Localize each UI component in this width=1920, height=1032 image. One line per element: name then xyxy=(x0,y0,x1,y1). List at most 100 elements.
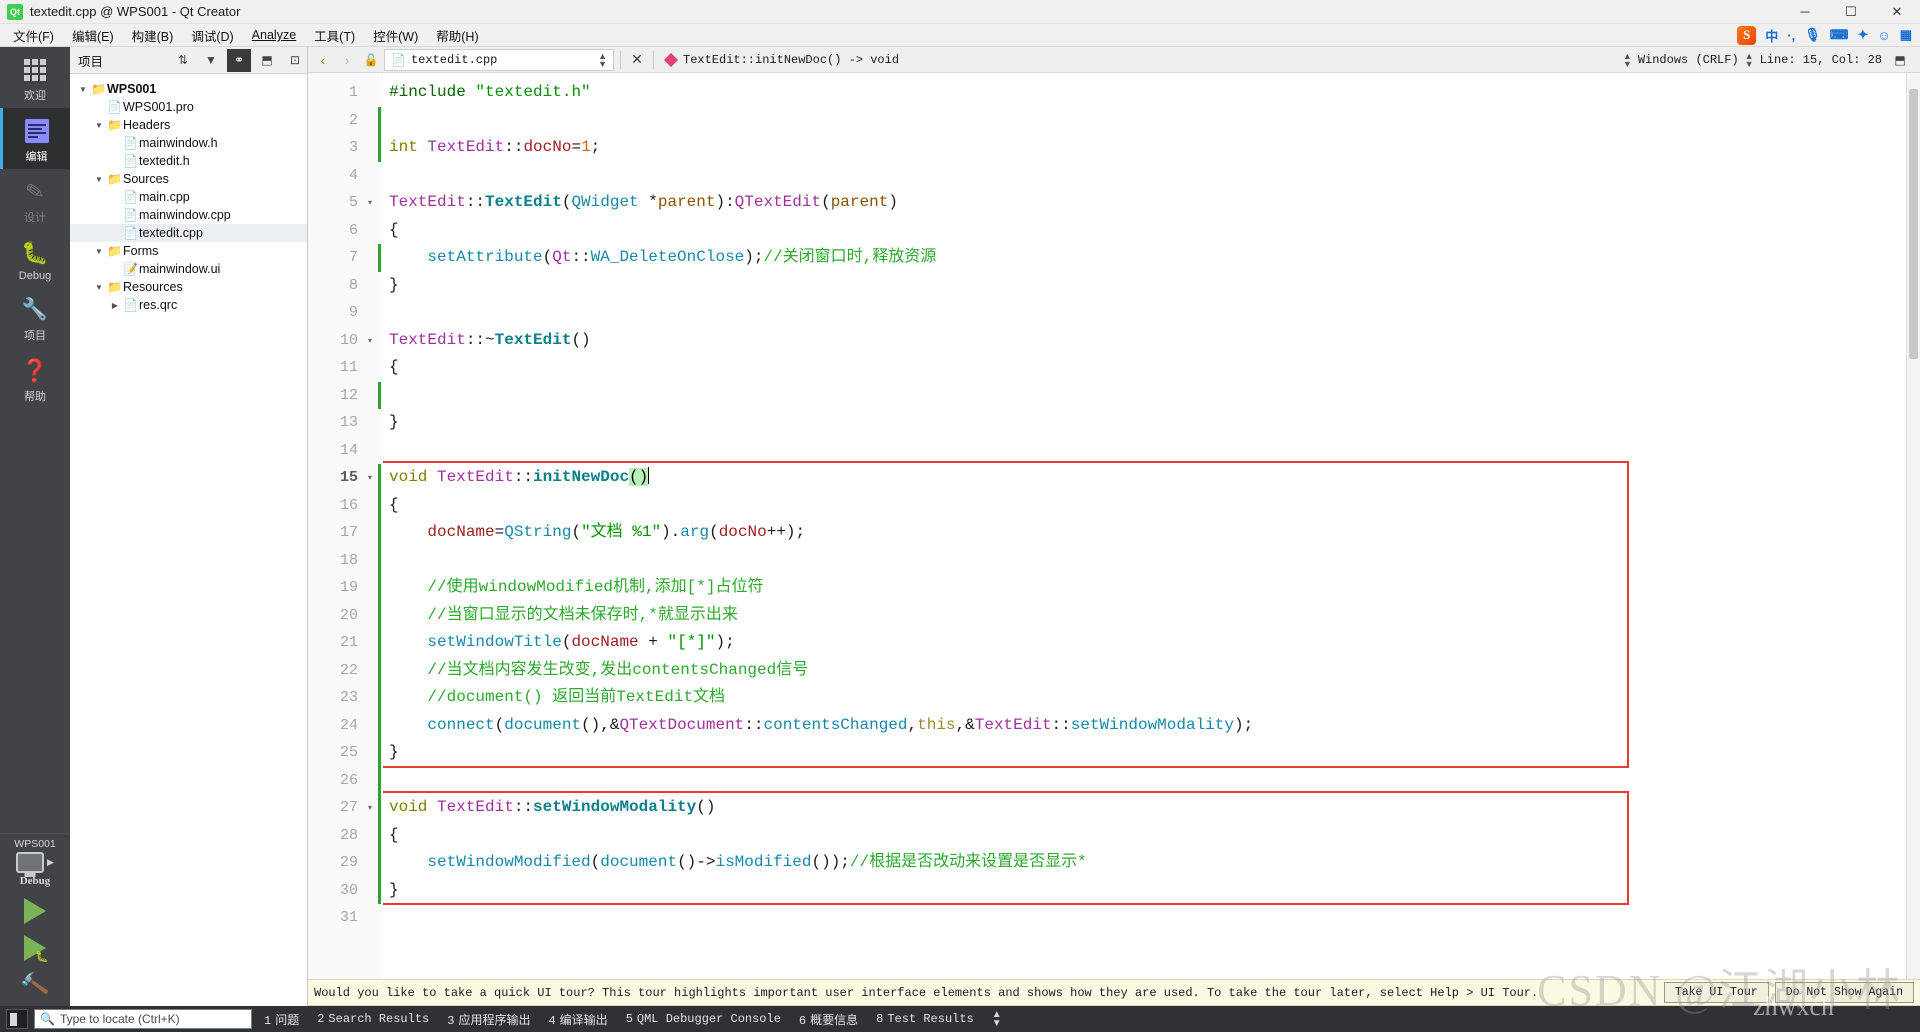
chevron-down-icon[interactable]: ▼ xyxy=(92,121,106,130)
output-pane-button[interactable]: 3 应用程序输出 xyxy=(438,1011,539,1028)
code-line[interactable]: connect(document(),&QTextDocument::conte… xyxy=(383,712,1906,740)
code-line[interactable]: //document() 返回当前TextEdit文档 xyxy=(383,684,1906,712)
chevron-right-icon[interactable]: ▶ xyxy=(108,301,122,310)
emoji-icon[interactable]: ☺ xyxy=(1877,28,1890,43)
code-line[interactable] xyxy=(383,767,1906,795)
menu-file[interactable]: 文件(F) xyxy=(4,24,63,47)
tree-item[interactable]: ▼ 📁 Resources xyxy=(70,278,307,296)
code-line[interactable] xyxy=(383,547,1906,575)
scrollbar-thumb[interactable] xyxy=(1909,89,1918,359)
menu-edit[interactable]: 编辑(E) xyxy=(63,24,123,47)
fold-marker-column[interactable]: ▾ ▾ ▾ ▾ xyxy=(363,73,377,979)
navigate-forward-icon[interactable]: › xyxy=(336,52,358,68)
output-pane-button[interactable]: 2 Search Results xyxy=(308,1012,438,1026)
output-pane-button[interactable]: 5 QML Debugger Console xyxy=(617,1012,790,1026)
split-editor-icon[interactable]: ⬒ xyxy=(1888,48,1912,71)
tree-item[interactable]: ▶ 📄 res.qrc xyxy=(70,296,307,314)
do-not-show-again-button[interactable]: Do Not Show Again xyxy=(1774,982,1914,1003)
mode-welcome[interactable]: 欢迎 xyxy=(0,47,70,108)
ime-chinese-icon[interactable]: 中 xyxy=(1765,26,1778,45)
keyboard-icon[interactable]: ⌨ xyxy=(1830,27,1849,43)
sidebar-toggle-icon[interactable] xyxy=(6,1009,28,1029)
code-line[interactable]: //当文档内容发生改变,发出contentsChanged信号 xyxy=(383,657,1906,685)
menu-tools[interactable]: 工具(T) xyxy=(305,24,364,47)
code-line[interactable]: TextEdit::~TextEdit() xyxy=(383,327,1906,355)
apps-icon[interactable]: ▦ xyxy=(1900,27,1912,43)
code-line[interactable] xyxy=(383,382,1906,410)
code-line[interactable] xyxy=(383,437,1906,465)
chevron-down-icon[interactable]: ▼ xyxy=(76,85,90,94)
code-line[interactable]: //当窗口显示的文档未保存时,*就显示出来 xyxy=(383,602,1906,630)
debug-button[interactable]: 🐛 xyxy=(24,935,49,963)
take-ui-tour-button[interactable]: Take UI Tour xyxy=(1663,982,1769,1003)
close-panel-icon[interactable]: ⊡ xyxy=(283,49,307,72)
mode-debug[interactable]: 🐛 Debug xyxy=(0,230,70,287)
tree-item[interactable]: ▼ 📁 Headers xyxy=(70,116,307,134)
navigate-back-icon[interactable]: ‹ xyxy=(312,52,334,68)
code-line[interactable]: void TextEdit::initNewDoc() xyxy=(383,464,1906,492)
tree-item[interactable]: ▼ 📁 Forms xyxy=(70,242,307,260)
tree-item[interactable]: 📄 textedit.h xyxy=(70,152,307,170)
sync-selection-icon[interactable]: ⚭ xyxy=(227,48,251,72)
code-line[interactable]: } xyxy=(383,409,1906,437)
code-line[interactable]: int TextEdit::docNo=1; xyxy=(383,134,1906,162)
code-line[interactable] xyxy=(383,299,1906,327)
split-icon[interactable]: ⬒ xyxy=(255,49,279,72)
build-button[interactable]: 🔨 xyxy=(19,969,51,1000)
menu-build[interactable]: 构建(B) xyxy=(123,24,183,47)
output-pane-button[interactable]: 8 Test Results xyxy=(867,1012,983,1026)
fold-toggle-icon[interactable]: ▾ xyxy=(363,794,377,822)
open-file-combobox[interactable]: 📄 textedit.cpp ▲ ▼ xyxy=(384,48,614,71)
kit-selector[interactable]: WPS001 ▶ Debug 🐛 🔨 xyxy=(0,833,70,1006)
file-combo-arrows-icon[interactable]: ▲ ▼ xyxy=(598,51,607,68)
tree-item[interactable]: 📄 textedit.cpp xyxy=(70,224,307,242)
code-text[interactable]: #include "textedit.h"int TextEdit::docNo… xyxy=(383,73,1906,979)
run-button[interactable] xyxy=(24,898,46,924)
output-pane-button[interactable]: 1 问题 xyxy=(255,1011,308,1028)
maximize-button[interactable]: ☐ xyxy=(1828,0,1874,24)
tree-item[interactable]: 📄 mainwindow.h xyxy=(70,134,307,152)
project-tree[interactable]: ▼ 📁 WPS001 📄 WPS001.pro ▼ 📁 Headers 📄 mainwindow.… xyxy=(70,74,307,1006)
code-line[interactable]: } xyxy=(383,739,1906,767)
filter-icon[interactable]: ▼ xyxy=(199,49,223,72)
microphone-icon[interactable]: 🎙 xyxy=(1804,27,1821,43)
code-line[interactable]: { xyxy=(383,354,1906,382)
output-pane-button[interactable]: 6 概要信息 xyxy=(790,1011,867,1028)
menu-widgets[interactable]: 控件(W) xyxy=(364,24,427,47)
code-line[interactable]: #include "textedit.h" xyxy=(383,79,1906,107)
sort-toggle-icon[interactable]: ⇅ xyxy=(171,49,195,72)
code-line[interactable]: { xyxy=(383,492,1906,520)
kit-target-row[interactable]: ▶ xyxy=(16,852,54,873)
output-pane-button[interactable]: 4 编译输出 xyxy=(539,1011,616,1028)
line-ending-arrows-icon[interactable]: ▲ ▼ xyxy=(1623,51,1632,68)
code-editor-area[interactable]: 1 2 3 4 5 6 7 8 9 10 11 12 13 14 15 16 17 18 19 20 21 22 23 24 2… xyxy=(308,73,1920,979)
tree-item[interactable]: 📝 mainwindow.ui xyxy=(70,260,307,278)
code-line[interactable]: TextEdit::TextEdit(QWidget *parent):QTex… xyxy=(383,189,1906,217)
code-line[interactable]: { xyxy=(383,822,1906,850)
menu-debug[interactable]: 调试(D) xyxy=(182,24,242,47)
code-line[interactable]: } xyxy=(383,877,1906,905)
mode-help[interactable]: ❓ 帮助 xyxy=(0,348,70,409)
code-line[interactable]: } xyxy=(383,272,1906,300)
tree-item[interactable]: 📄 mainwindow.cpp xyxy=(70,206,307,224)
unlock-icon[interactable]: 🔓 xyxy=(360,53,382,67)
close-button[interactable]: ✕ xyxy=(1874,0,1920,24)
code-line[interactable] xyxy=(383,162,1906,190)
fold-toggle-icon[interactable]: ▾ xyxy=(363,464,377,492)
code-line[interactable]: docName=QString("文档 %1").arg(docNo++); xyxy=(383,519,1906,547)
code-line[interactable]: //使用windowModified机制,添加[*]占位符 xyxy=(383,574,1906,602)
code-line[interactable]: void TextEdit::setWindowModality() xyxy=(383,794,1906,822)
sogou-ime-icon[interactable]: S xyxy=(1737,25,1757,45)
code-line[interactable]: setWindowModified(document()->isModified… xyxy=(383,849,1906,877)
mode-projects[interactable]: 🔧 项目 xyxy=(0,287,70,348)
chevron-down-icon[interactable]: ▼ xyxy=(92,175,106,184)
chevron-down-icon[interactable]: ▼ xyxy=(92,283,106,292)
editor-vertical-scrollbar[interactable] xyxy=(1906,73,1920,979)
tree-item[interactable]: ▼ 📁 Sources xyxy=(70,170,307,188)
symbol-combobox[interactable]: TextEdit::initNewDoc() -> void xyxy=(660,52,1621,67)
tree-item[interactable]: 📄 WPS001.pro xyxy=(70,98,307,116)
minimize-button[interactable]: ─ xyxy=(1782,0,1828,24)
fold-toggle-icon[interactable]: ▾ xyxy=(363,327,377,355)
tree-item[interactable]: ▼ 📁 WPS001 xyxy=(70,80,307,98)
fold-toggle-icon[interactable]: ▾ xyxy=(363,189,377,217)
